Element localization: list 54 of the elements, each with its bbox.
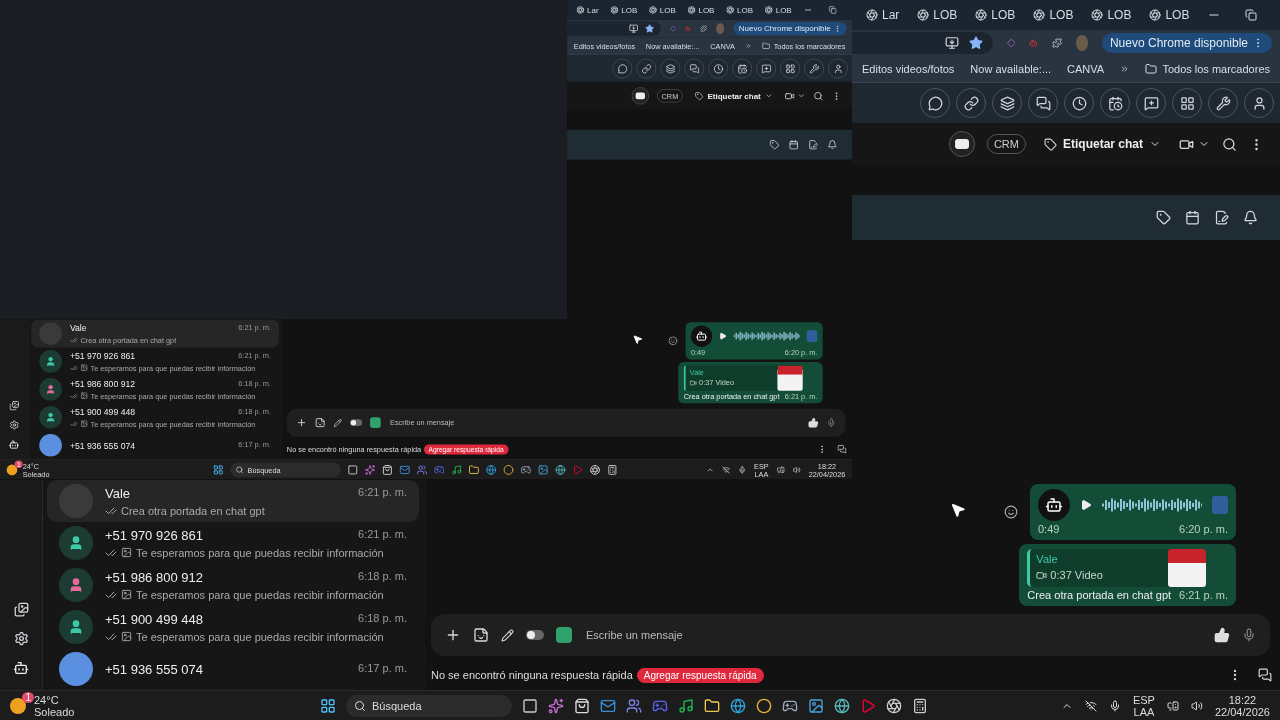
browser-tab[interactable]: LOB [911,5,964,25]
contact-name: +51 970 926 861 [69,351,136,362]
message-text: Crea otra portada en chat gpt [1027,589,1172,601]
quoted-author: Vale [1036,553,1059,565]
taskbar-search-field[interactable]: Búsqueda [346,694,512,717]
weather-condition: Soleado [34,705,75,718]
contact-name: +51 986 800 912 [69,379,136,390]
browser-tab[interactable]: LOB [969,5,1022,25]
contact-name: +51 986 800 912 [105,569,203,585]
message-time: 6:21 p. m. [1179,589,1228,601]
chat-time: 6:21 p. m. [358,527,407,542]
keyboard-layout[interactable]: LAA [1133,705,1155,718]
label-chat-button[interactable]: Etiquetar chat [1038,136,1167,152]
weather-widget[interactable]: 1 24°C Soleado [10,693,310,718]
message-preview: Te esperamos para que puedas recibir información [136,546,384,559]
notification-badge: 1 [22,691,34,703]
chat-time: 6:21 p. m. [358,485,407,500]
browser-tab[interactable]: Lar [860,5,906,25]
contact-name: +51 936 555 074 [69,440,136,451]
browser-tab[interactable]: LOB [1143,5,1196,25]
contact-name: Vale [69,323,87,334]
input-language[interactable]: ESP [1132,693,1155,706]
chat-list-item[interactable]: +51 970 926 861 6:21 p. m. Te esperamos para que puedas recibir información [47,522,419,564]
bookmark-link[interactable]: CANVA [1067,63,1105,75]
chat-time: 6:18 p. m. [358,569,407,584]
message-time: 6:20 p. m. [1179,523,1228,535]
quick-reply-message: No se encontró ninguna respuesta rápida [431,669,633,681]
clock-date[interactable]: 22/04/2026 [1214,705,1270,718]
contact-name: Vale [105,485,131,501]
message-preview: Crea otra portada en chat gpt [121,504,265,517]
chat-list-item[interactable]: +51 936 555 074 6:17 p. m. [47,648,419,690]
contact-name: +51 970 926 861 [105,527,203,543]
contact-name: +51 936 555 074 [105,661,203,677]
message-field[interactable]: Escribe un mensaje [584,628,1202,642]
temperature: 24°C [34,693,60,706]
message-preview: Te esperamos para que puedas recibir información [136,588,384,601]
chat-list-item[interactable]: +51 986 800 912 6:18 p. m. Te esperamos para que puedas recibir información [47,564,419,606]
bookmark-link[interactable]: Editos videos/fotos [862,63,955,75]
chat-time: 6:17 p. m. [358,661,407,676]
contact-name: +51 900 499 448 [105,611,203,627]
update-chrome-button[interactable]: Nuevo Chrome disponible [1101,33,1272,53]
browser-tab[interactable]: LOB [1027,5,1080,25]
chat-time: 6:18 p. m. [358,611,407,626]
audio-duration: 0:49 [1038,523,1060,535]
quoted-text: 0:37 Video [1050,569,1103,581]
bookmark-link[interactable]: Now available:... [970,63,1052,75]
contact-name: +51 900 499 448 [69,407,136,417]
browser-tab[interactable]: LOB [1085,5,1138,25]
chat-list-item[interactable]: Vale 6:21 p. m. Crea otra portada en chat gpt [47,480,419,522]
clock-time[interactable]: 18:22 [1228,693,1257,706]
message-preview: Te esperamos para que puedas recibir información [136,630,384,643]
add-quick-reply-button[interactable]: Agregar respuesta rápida [636,667,764,683]
all-bookmarks-link[interactable]: Todos los marcadores [1145,63,1270,75]
chat-list-item[interactable]: +51 900 499 448 6:18 p. m. Te esperamos para que puedas recibir información [47,606,419,648]
